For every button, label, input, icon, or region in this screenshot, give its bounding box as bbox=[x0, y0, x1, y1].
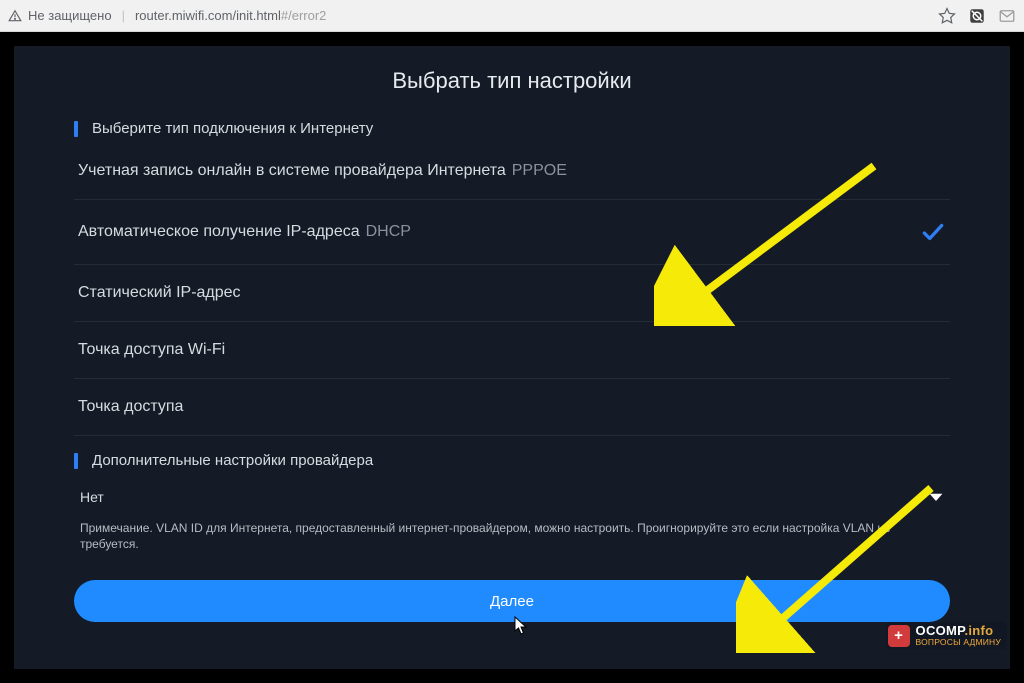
provider-select[interactable]: Нет bbox=[74, 475, 950, 515]
next-button[interactable]: Далее bbox=[74, 580, 950, 622]
site-watermark: + OCOMP.info ВОПРОСЫ АДМИНУ bbox=[886, 622, 1007, 649]
chevron-down-icon bbox=[928, 491, 944, 503]
connection-type-list: Учетная запись онлайн в системе провайде… bbox=[74, 143, 950, 436]
router-setup-page: Выбрать тип настройки Выберите тип подкл… bbox=[14, 46, 1010, 669]
address-separator: | bbox=[122, 8, 125, 23]
extension-icon[interactable] bbox=[968, 7, 986, 25]
plus-badge-icon: + bbox=[888, 625, 910, 647]
section-accent-bar bbox=[74, 121, 78, 137]
url[interactable]: router.miwifi.com/init.html#/error2 bbox=[135, 8, 326, 23]
mouse-cursor-icon bbox=[514, 616, 528, 636]
section-connection-type: Выберите тип подключения к Интернету bbox=[74, 104, 950, 143]
section-accent-bar bbox=[74, 453, 78, 469]
browser-address-bar: Не защищено | router.miwifi.com/init.htm… bbox=[0, 0, 1024, 32]
provider-select-value: Нет bbox=[80, 489, 104, 505]
vlan-note: Примечание. VLAN ID для Интернета, предо… bbox=[74, 515, 950, 552]
section-provider-settings: Дополнительные настройки провайдера bbox=[74, 436, 950, 475]
section-title: Дополнительные настройки провайдера bbox=[92, 452, 373, 469]
option-static-ip[interactable]: Статический IP-адрес bbox=[74, 265, 950, 322]
not-secure-icon bbox=[8, 9, 22, 23]
security-label: Не защищено bbox=[28, 8, 112, 23]
option-ap[interactable]: Точка доступа bbox=[74, 379, 950, 436]
section-title: Выберите тип подключения к Интернету bbox=[92, 120, 373, 137]
page-title: Выбрать тип настройки bbox=[14, 46, 1010, 104]
mail-icon[interactable] bbox=[998, 7, 1016, 25]
bookmark-star-icon[interactable] bbox=[938, 7, 956, 25]
option-wifi-ap[interactable]: Точка доступа Wi-Fi bbox=[74, 322, 950, 379]
option-pppoe[interactable]: Учетная запись онлайн в системе провайде… bbox=[74, 143, 950, 200]
option-dhcp[interactable]: Автоматическое получение IP-адресаDHCP bbox=[74, 200, 950, 265]
checkmark-icon bbox=[920, 219, 946, 245]
